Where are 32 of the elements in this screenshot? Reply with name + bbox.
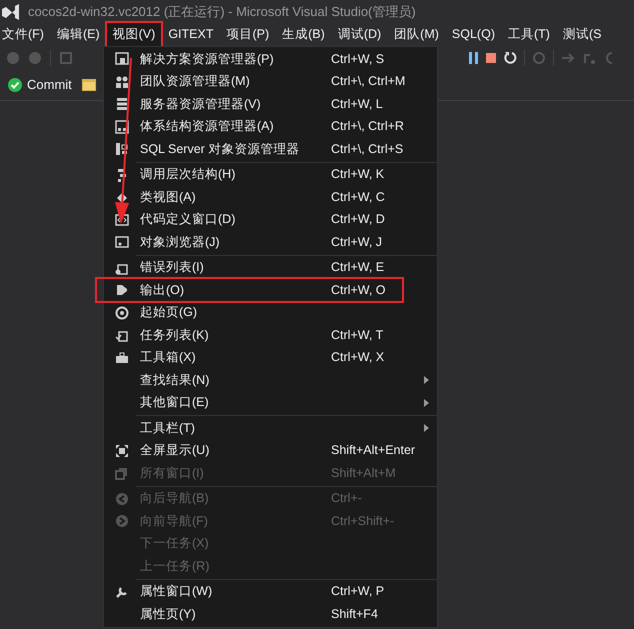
menu-item[interactable]: 团队资源管理器(M) Ctrl+\, Ctrl+M <box>104 70 437 93</box>
menu-item[interactable]: 工具栏(T) <box>104 417 437 440</box>
menu-item[interactable]: SQL Server 对象资源管理器 Ctrl+\, Ctrl+S <box>104 138 437 160</box>
menu-item[interactable]: 工具箱(X) Ctrl+W, X <box>104 346 437 369</box>
menu-bar-item[interactable]: 文件(F) <box>0 23 50 46</box>
menu-bar-item[interactable]: 编辑(E) <box>50 23 106 46</box>
menu-item[interactable]: 任务列表(K) Ctrl+W, T <box>104 324 437 346</box>
menu-bar-item[interactable]: 工具(T) <box>502 23 556 46</box>
menu-bar-item[interactable]: 视图(V) <box>106 23 162 46</box>
menu-item[interactable]: 查找结果(N) <box>104 369 437 392</box>
menu-item[interactable]: 全屏显示(U) Shift+Alt+Enter <box>104 440 437 462</box>
menu-item[interactable]: 解决方案资源管理器(P) Ctrl+W, S <box>104 48 437 70</box>
menu-item[interactable]: 错误列表(I) Ctrl+W, E <box>104 256 437 279</box>
menu-bar-item[interactable]: 项目(P) <box>220 23 276 46</box>
menu-item[interactable]: 属性页(Y) Shift+F4 <box>104 603 437 626</box>
menu-item[interactable]: 对象浏览器(J) Ctrl+W, J <box>104 231 437 254</box>
commit-button[interactable]: Commit <box>8 75 72 95</box>
menu-bar-item[interactable]: 测试(S <box>556 23 608 46</box>
menu-item[interactable]: 调用层次结构(H) Ctrl+W, K <box>104 164 437 186</box>
menu-bar-item[interactable]: GITEXT <box>162 23 220 46</box>
menu-item[interactable]: 代码定义窗口(D) Ctrl+W, D <box>104 208 437 231</box>
menu-bar-item[interactable]: 调试(D) <box>332 23 388 46</box>
menu-item[interactable]: 起始页(G) <box>104 302 437 324</box>
menu-bar-item[interactable]: 生成(B) <box>276 23 331 46</box>
menu-item[interactable]: 属性窗口(W) Ctrl+W, P <box>104 580 437 603</box>
menu-item[interactable]: 服务器资源管理器(V) Ctrl+W, L <box>104 93 437 116</box>
menu-bar-item[interactable]: SQL(Q) <box>446 23 501 46</box>
window-title: cocos2d-win32.vc2012 (正在运行) - Microsoft Visual Studio(管理员) <box>28 2 416 21</box>
menu-item[interactable]: 其他窗口(E) <box>104 392 437 414</box>
menu-item[interactable]: 体系结构资源管理器(A) Ctrl+\, Ctrl+R <box>104 116 437 138</box>
menu-item[interactable]: 输出(O) Ctrl+W, O <box>104 279 437 302</box>
menu-bar-item[interactable]: 团队(M) <box>388 23 445 46</box>
